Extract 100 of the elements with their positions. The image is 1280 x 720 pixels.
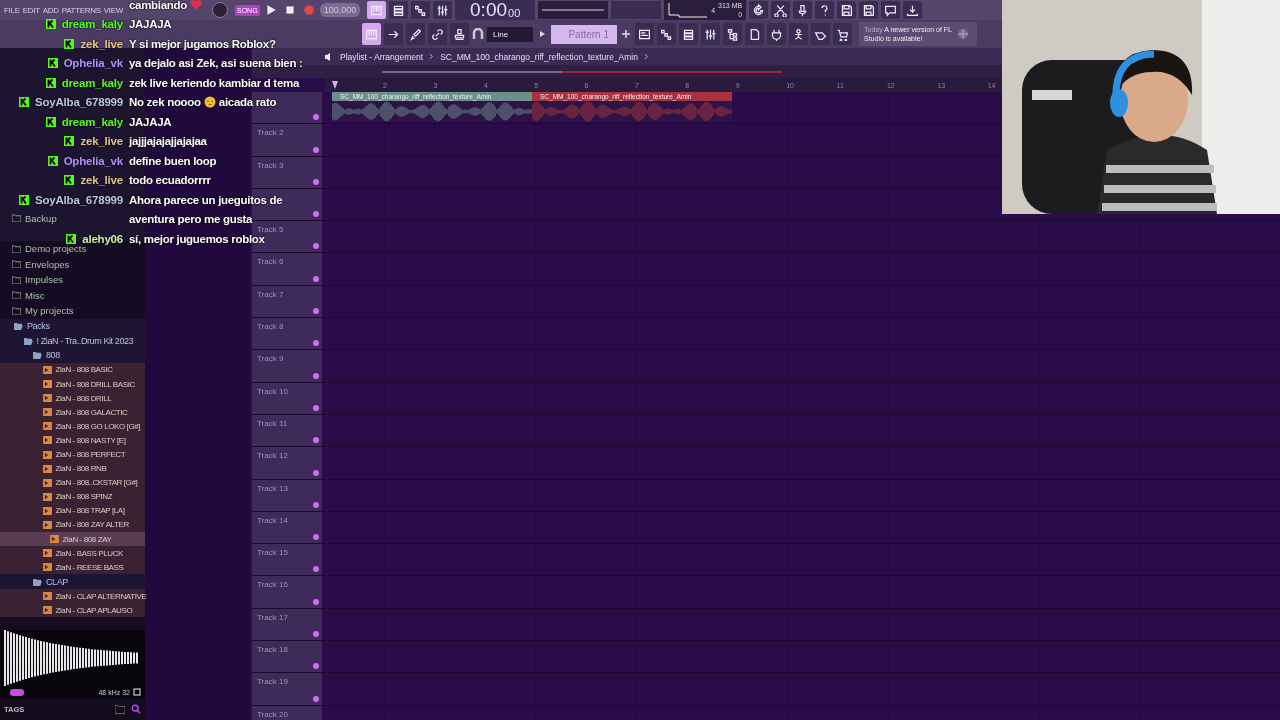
snap-dropdown[interactable]: Line <box>487 26 533 42</box>
preview-play-button[interactable] <box>10 688 24 696</box>
mute-dot-icon[interactable] <box>313 146 319 153</box>
menu-item[interactable]: EDIT <box>22 5 40 15</box>
mute-dot-icon[interactable] <box>313 663 319 670</box>
chat-username[interactable]: zek_live <box>80 174 123 187</box>
toolbar-button[interactable] <box>384 23 403 45</box>
mute-dot-icon[interactable] <box>313 631 319 638</box>
toolbar-button[interactable] <box>881 1 901 19</box>
toolbar-button[interactable] <box>723 23 742 45</box>
toolbar-button[interactable] <box>367 1 387 19</box>
toolbar-button[interactable] <box>833 23 852 45</box>
toolbar-button[interactable] <box>815 1 835 19</box>
menu-item[interactable]: PATTERNS <box>61 5 101 15</box>
browser-item[interactable]: 808 <box>46 350 60 361</box>
magnet-icon[interactable] <box>472 28 484 40</box>
open-folder-icon[interactable] <box>14 321 23 330</box>
menu-item[interactable]: VIEW <box>103 5 124 15</box>
chat-username[interactable]: alehy06 <box>82 232 123 245</box>
chat-username[interactable]: dream_kaly <box>61 76 123 89</box>
folder-icon <box>12 214 21 223</box>
toolbar-button[interactable] <box>428 23 447 45</box>
toolbar-button[interactable] <box>903 1 923 19</box>
open-folder-icon[interactable] <box>33 577 42 586</box>
toolbar-button[interactable] <box>767 23 786 45</box>
kick-badge-icon <box>45 19 56 30</box>
open-folder-icon[interactable] <box>23 336 33 345</box>
browser-item[interactable]: My projects <box>25 305 74 317</box>
sample-item[interactable]: ZiaN - 808 PERFECT <box>0 447 145 462</box>
toolbar-button[interactable] <box>789 23 808 45</box>
mute-dot-icon[interactable] <box>313 211 319 218</box>
mute-dot-icon[interactable] <box>313 340 319 347</box>
chat-username[interactable]: Ophelia_vk <box>63 57 123 70</box>
playhead-marker-icon[interactable] <box>332 81 338 89</box>
sample-item[interactable]: ZiaN - 808 ZAY <box>0 532 145 547</box>
chat-username[interactable]: SoyAlba_678999 <box>35 193 123 206</box>
mute-dot-icon[interactable] <box>313 372 319 379</box>
toolbar-button[interactable] <box>745 23 764 45</box>
track-name: Track 19 <box>257 677 288 687</box>
menu-item[interactable]: FILE <box>4 5 20 15</box>
menu-item[interactable]: ADD <box>42 5 59 15</box>
browser-item[interactable]: Impulses <box>25 274 63 286</box>
browser-item[interactable]: Misc <box>25 289 45 301</box>
chat-username[interactable]: dream_kaly <box>61 115 123 128</box>
sample-item[interactable]: ZiaN - CLAP ALTERNATIVE <box>0 589 145 604</box>
mute-dot-icon[interactable] <box>313 469 319 476</box>
toolbar-button[interactable] <box>749 1 769 19</box>
mute-dot-icon[interactable] <box>313 501 319 508</box>
mute-dot-icon[interactable] <box>313 437 319 444</box>
mute-dot-icon[interactable] <box>313 695 319 702</box>
browser-item[interactable]: Demo projects <box>25 243 87 255</box>
sample-item[interactable]: ZiaN - 808 GO LOKO [G#] <box>0 419 145 434</box>
sample-item[interactable]: ZiaN - CLAP APLAUSO <box>0 603 145 618</box>
toolbar-button[interactable] <box>701 23 720 45</box>
toolbar-button[interactable] <box>450 23 469 45</box>
audio-file-icon <box>42 394 52 403</box>
toolbar-button[interactable] <box>657 23 676 45</box>
toolbar-button[interactable] <box>811 23 830 45</box>
mute-dot-icon[interactable] <box>313 243 319 250</box>
chat-message: zek live keriendo kambiar d tema <box>129 76 299 89</box>
mute-dot-icon[interactable] <box>313 178 319 185</box>
browser-item[interactable]: Backup <box>25 212 57 224</box>
browser-item[interactable]: CLAP <box>46 576 68 587</box>
mute-dot-icon[interactable] <box>313 308 319 315</box>
mute-dot-icon[interactable] <box>313 534 319 541</box>
toolbar-button[interactable] <box>679 23 698 45</box>
plus-icon[interactable] <box>620 28 632 40</box>
browser-item[interactable]: Packs <box>27 320 50 331</box>
toolbar-button[interactable] <box>793 1 813 19</box>
sample-item[interactable]: ZiaN - 808 NASTY [E] <box>0 433 145 448</box>
volume-knob[interactable] <box>212 2 228 18</box>
toolbar-button[interactable] <box>859 1 879 19</box>
square-icon[interactable] <box>133 688 141 696</box>
folder-icon[interactable] <box>115 704 125 714</box>
toolbar-button[interactable] <box>389 1 409 19</box>
chat-username[interactable]: SoyAlba_678999 <box>35 96 123 109</box>
sample-item[interactable]: ZiaN - REESE BASS <box>0 560 145 575</box>
mute-dot-icon[interactable] <box>313 566 319 573</box>
search-icon[interactable] <box>131 704 141 714</box>
sample-item[interactable]: ZiaN - 808 GALACTIC <box>0 405 145 420</box>
mute-dot-icon[interactable] <box>313 598 319 605</box>
toolbar-button[interactable] <box>406 23 425 45</box>
chat-username[interactable]: zek_live <box>80 37 123 50</box>
sample-item[interactable]: ZiaN - 808 DRILL <box>0 391 145 406</box>
scroll-bar[interactable] <box>382 70 782 73</box>
mute-dot-icon[interactable] <box>313 275 319 282</box>
toolbar-button[interactable] <box>837 1 857 19</box>
chat-username[interactable]: dream_kaly <box>61 18 123 31</box>
toolbar-button[interactable] <box>635 23 654 45</box>
mute-dot-icon[interactable] <box>313 404 319 411</box>
open-folder-icon[interactable] <box>33 351 42 360</box>
toolbar-button[interactable] <box>771 1 791 19</box>
toolbar-button[interactable] <box>433 1 453 19</box>
sample-item[interactable]: ZiaN - BASS PLUCK <box>0 546 145 561</box>
chat-username[interactable]: zek_live <box>80 135 123 148</box>
browser-item[interactable]: Envelopes <box>25 258 70 270</box>
toolbar-button[interactable] <box>411 1 431 19</box>
chat-username[interactable]: Ophelia_vk <box>63 154 123 167</box>
track-name: Track 11 <box>257 418 288 428</box>
mute-dot-icon[interactable] <box>313 114 319 121</box>
